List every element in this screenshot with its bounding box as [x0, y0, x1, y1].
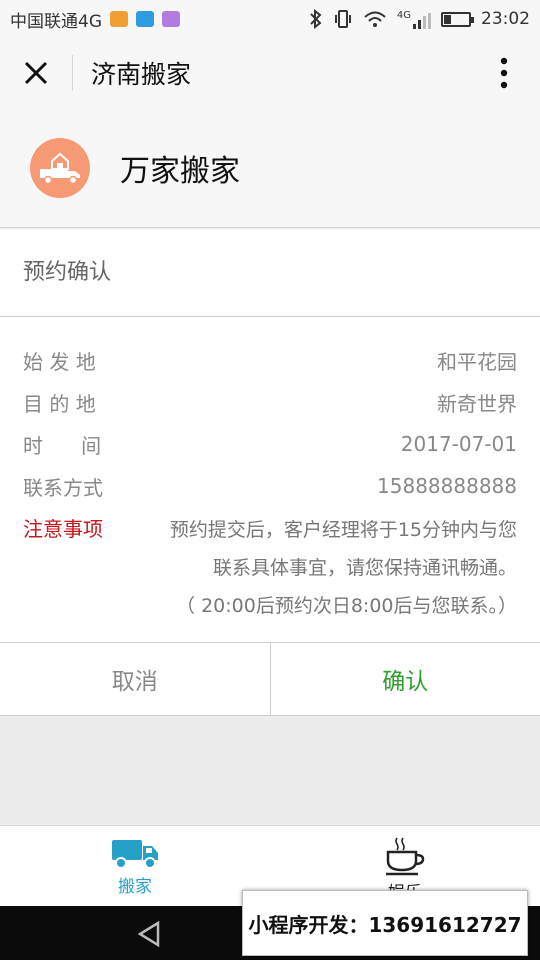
detail-row-destination: 目 的 地 新奇世界 [23, 381, 517, 423]
more-menu-button[interactable] [468, 38, 540, 108]
time-label: 时 间 [23, 433, 102, 458]
cancel-button[interactable]: 取消 [0, 643, 271, 715]
notice-line-3: （ 20:00后预约次日8:00后与您联系。） [176, 595, 517, 617]
origin-value: 和平花园 [437, 349, 517, 374]
close-icon [24, 61, 48, 85]
back-triangle-icon [137, 920, 160, 948]
section-title: 预约确认 [0, 229, 540, 317]
title-bar: 济南搬家 [0, 38, 540, 108]
confirm-button[interactable]: 确认 [271, 643, 540, 715]
page-title: 济南搬家 [91, 60, 192, 89]
origin-label: 始 发 地 [23, 349, 96, 374]
detail-row-time: 时 间 2017-07-01 [23, 423, 517, 465]
notice-text: 预约提交后，客户经理将于15分钟内与您 联系具体事宜，请您保持通讯畅通。 （ 2… [137, 511, 517, 625]
booking-details: 始 发 地 和平花园 目 的 地 新奇世界 时 间 2017-07-01 联系方… [0, 317, 540, 625]
moving-truck-logo-icon [40, 152, 80, 184]
destination-label: 目 的 地 [23, 391, 96, 416]
company-logo [30, 137, 90, 198]
developer-contact-watermark: 小程序开发：13691612727 [242, 890, 528, 956]
clock: 23:02 [481, 9, 530, 29]
message-notification-icon [136, 11, 154, 27]
battery-icon [441, 11, 474, 27]
carrier-label: 中国联通4G [10, 11, 102, 32]
detail-row-contact: 联系方式 15888888888 [23, 465, 517, 507]
tab-moving-label: 搬家 [118, 877, 152, 897]
notice-block: 注意事项 预约提交后，客户经理将于15分钟内与您 联系具体事宜，请您保持通讯畅通… [23, 511, 517, 625]
bluetooth-icon [310, 9, 322, 29]
destination-value: 新奇世界 [437, 391, 517, 416]
wifi-icon [364, 11, 386, 27]
company-card: 万家搬家 [0, 108, 540, 228]
more-vertical-icon [500, 57, 508, 89]
close-button[interactable] [0, 38, 72, 108]
action-bar: 取消 确认 [0, 642, 540, 716]
tab-moving[interactable]: 搬家 [0, 826, 270, 906]
title-divider [72, 55, 73, 91]
back-button[interactable] [136, 920, 162, 952]
coffee-cup-icon [386, 837, 425, 876]
contact-value: 15888888888 [377, 474, 517, 498]
gallery-notification-icon [162, 11, 180, 27]
contact-label: 联系方式 [23, 475, 103, 500]
status-bar: 中国联通4G 4G 23:02 [0, 0, 540, 38]
vibrate-icon [334, 10, 351, 28]
notice-line-2: 联系具体事宜，请您保持通讯畅通。 [212, 557, 517, 579]
time-value: 2017-07-01 [400, 432, 517, 456]
truck-icon [112, 840, 158, 869]
cell-signal-icon: 4G [397, 10, 431, 29]
company-name: 万家搬家 [120, 153, 240, 189]
notice-line-1: 预约提交后，客户经理将于15分钟内与您 [169, 519, 517, 541]
detail-row-origin: 始 发 地 和平花园 [23, 339, 517, 381]
notification-app-icon [110, 11, 128, 27]
network-type-label: 4G [396, 9, 411, 21]
